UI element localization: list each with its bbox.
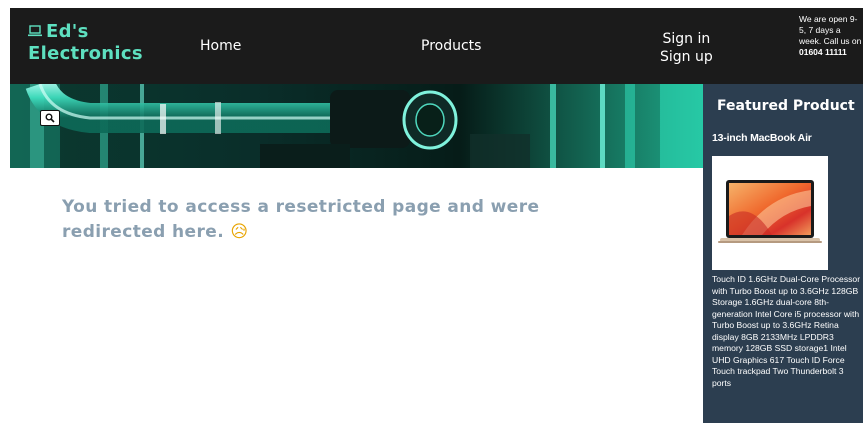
redirect-message-text: You tried to access a resetricted page a… — [62, 197, 540, 242]
macbook-image — [718, 180, 822, 243]
product-image[interactable] — [712, 156, 828, 270]
laptop-icon — [28, 24, 42, 36]
top-strip — [0, 0, 863, 8]
featured-sidebar: Featured Product 13-inch MacBook Air Tou… — [703, 84, 863, 423]
sad-face-icon: 😥 — [230, 222, 249, 242]
search-icon — [45, 113, 55, 123]
nav-home-link[interactable]: Home — [200, 38, 241, 54]
page: Ed's Electronics Home Products Sign in S… — [0, 0, 863, 423]
navbar: Ed's Electronics Home Products Sign in S… — [10, 8, 863, 84]
sign-up-link[interactable]: Sign up — [660, 48, 713, 66]
nav-products-link[interactable]: Products — [421, 38, 481, 54]
phone-number: 01604 11111 — [799, 47, 847, 57]
hero-image — [10, 84, 703, 168]
brand-logo[interactable]: Ed's Electronics — [28, 21, 143, 65]
redirect-message: You tried to access a resetricted page a… — [62, 195, 622, 245]
featured-title: Featured Product — [717, 98, 855, 114]
brand-name-line2: Electronics — [28, 43, 143, 64]
product-name[interactable]: 13-inch MacBook Air — [712, 132, 812, 144]
brand-name-line1: Ed's — [46, 21, 89, 42]
sign-in-link[interactable]: Sign in — [660, 30, 713, 48]
product-description: Touch ID 1.6GHz Dual-Core Processor with… — [712, 274, 861, 388]
hero-banner — [10, 84, 703, 168]
auth-links: Sign in Sign up — [660, 30, 713, 66]
opening-hours-text: We are open 9-5, 7 days a week. Call us … — [799, 14, 862, 46]
opening-hours: We are open 9-5, 7 days a week. Call us … — [799, 14, 863, 58]
search-button[interactable] — [40, 110, 60, 126]
